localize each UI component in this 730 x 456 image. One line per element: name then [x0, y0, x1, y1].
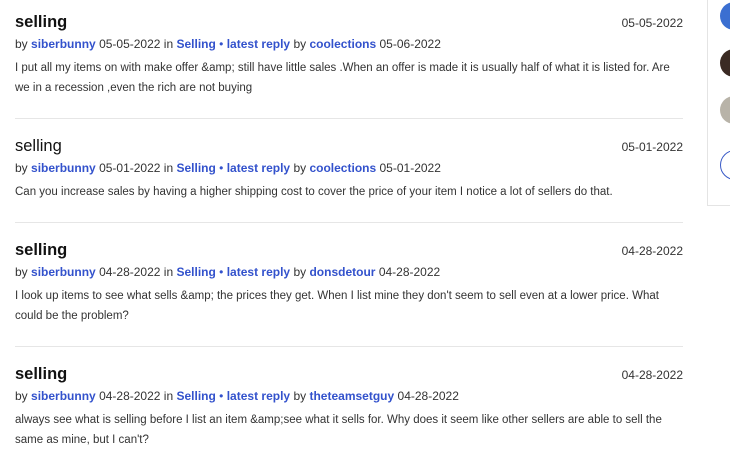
post-title[interactable]: selling	[15, 136, 683, 156]
by-label: by	[15, 265, 28, 279]
by-label: by	[293, 161, 307, 175]
post-meta: by siberbunny 04-28-2022 in Selling • la…	[15, 388, 683, 404]
post-date: 05-01-2022	[621, 140, 683, 154]
post-title[interactable]: selling	[15, 12, 683, 32]
author-link[interactable]: siberbunny	[31, 37, 96, 51]
post-title[interactable]: selling	[15, 240, 683, 260]
board-link[interactable]: Selling	[176, 37, 215, 51]
in-label: in	[163, 265, 174, 279]
divider	[15, 118, 683, 119]
post-date: 04-28-2022	[621, 244, 683, 258]
post-item: selling 05-05-2022 by siberbunny 05-05-2…	[15, 12, 683, 98]
post-item: selling 04-28-2022 by siberbunny 04-28-2…	[15, 240, 683, 326]
post-body: always see what is selling before I list…	[15, 414, 662, 446]
author-date: 05-05-2022	[99, 37, 161, 51]
sidebar-divider	[707, 205, 730, 206]
separator: •	[219, 161, 224, 175]
author-link[interactable]: siberbunny	[31, 161, 96, 175]
author-link[interactable]: siberbunny	[31, 389, 96, 403]
post-body: I put all my items on with make offer &a…	[15, 62, 670, 94]
divider	[15, 346, 683, 347]
reply-date: 05-06-2022	[379, 37, 441, 51]
post-meta: by siberbunny 05-05-2022 in Selling • la…	[15, 36, 683, 52]
by-label: by	[293, 37, 307, 51]
board-link[interactable]: Selling	[176, 389, 215, 403]
in-label: in	[163, 389, 174, 403]
author-date: 04-28-2022	[99, 389, 161, 403]
author-date: 05-01-2022	[99, 161, 161, 175]
latest-reply-link[interactable]: latest reply	[227, 265, 290, 279]
post-title[interactable]: selling	[15, 364, 683, 384]
separator: •	[219, 389, 224, 403]
latest-reply-link[interactable]: latest reply	[227, 161, 290, 175]
reply-date: 04-28-2022	[397, 389, 459, 403]
divider	[15, 222, 683, 223]
by-label: by	[15, 389, 28, 403]
post-item: selling 05-01-2022 by siberbunny 05-01-2…	[15, 136, 683, 202]
post-meta: by siberbunny 05-01-2022 in Selling • la…	[15, 160, 683, 176]
by-label: by	[293, 389, 307, 403]
latest-reply-link[interactable]: latest reply	[227, 389, 290, 403]
separator: •	[219, 37, 224, 51]
replier-link[interactable]: coolections	[309, 161, 376, 175]
post-date: 04-28-2022	[621, 368, 683, 382]
reply-date: 05-01-2022	[379, 161, 441, 175]
by-label: by	[15, 161, 28, 175]
author-date: 04-28-2022	[99, 265, 161, 279]
replier-link[interactable]: coolections	[309, 37, 376, 51]
replier-link[interactable]: donsdetour	[309, 265, 375, 279]
post-date: 05-05-2022	[621, 16, 683, 30]
post-meta: by siberbunny 04-28-2022 in Selling • la…	[15, 264, 683, 280]
replier-link[interactable]: theteamsetguy	[309, 389, 394, 403]
post-body: Can you increase sales by having a highe…	[15, 186, 613, 198]
by-label: by	[15, 37, 28, 51]
separator: •	[219, 265, 224, 279]
in-label: in	[163, 161, 174, 175]
post-item: selling 04-28-2022 by siberbunny 04-28-2…	[15, 364, 683, 450]
post-body: I look up items to see what sells &amp; …	[15, 290, 659, 322]
author-link[interactable]: siberbunny	[31, 265, 96, 279]
reply-date: 04-28-2022	[378, 265, 441, 279]
by-label: by	[293, 265, 307, 279]
board-link[interactable]: Selling	[176, 161, 215, 175]
latest-reply-link[interactable]: latest reply	[227, 37, 290, 51]
board-link[interactable]: Selling	[176, 265, 215, 279]
in-label: in	[163, 37, 174, 51]
